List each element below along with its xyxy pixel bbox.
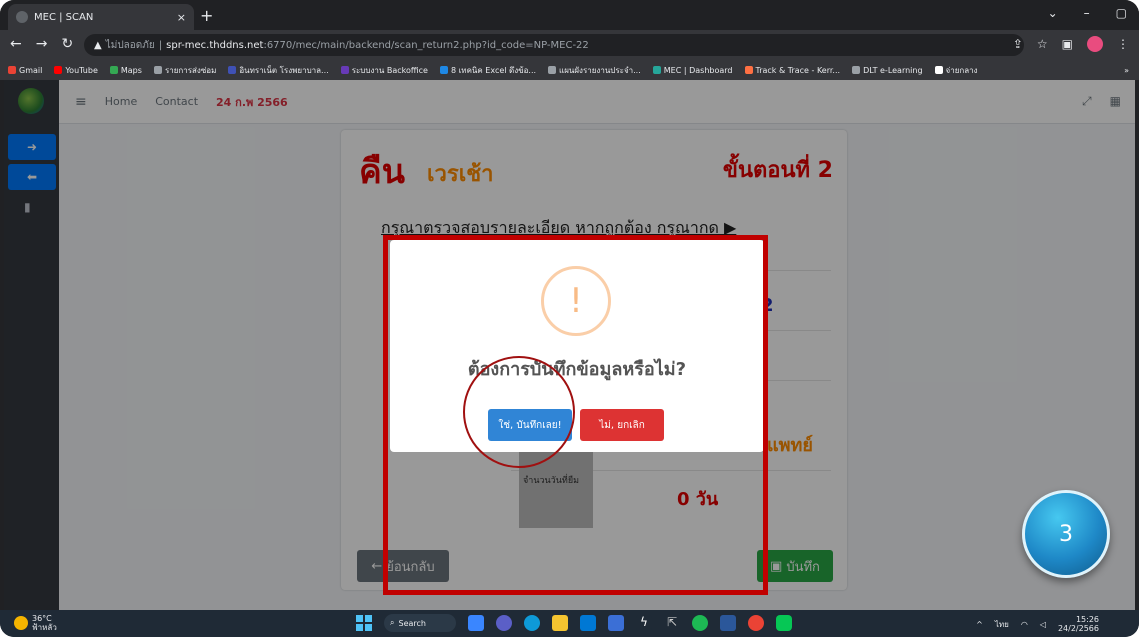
url-path: :6770/mec/main/backend/scan_return2.php?… — [263, 39, 589, 51]
taskbar-search[interactable]: ⌕ Search — [384, 614, 456, 632]
lang-indicator[interactable]: ไทย — [995, 618, 1009, 631]
url-host: spr-mec.thddns.net — [166, 39, 264, 51]
word-icon[interactable] — [720, 615, 736, 631]
tab-title: MEC | SCAN — [34, 11, 94, 23]
back-arrow-icon[interactable]: ← — [10, 36, 22, 52]
bookmark-item[interactable]: 8 เทคนิค Excel ดึงข้อ... — [439, 64, 536, 77]
address-row: ← → ↻ ▲ ไม่ปลอดภัย | spr-mec.thddns.net … — [0, 30, 1139, 60]
taskview-icon[interactable] — [468, 615, 484, 631]
forward-arrow-icon[interactable]: → — [36, 36, 48, 52]
temperature: 36°C — [32, 614, 52, 623]
address-bar[interactable]: ▲ ไม่ปลอดภัย | spr-mec.thddns.net :6770/… — [84, 34, 1024, 56]
windows-start-icon[interactable] — [356, 615, 372, 631]
bookmark-favicon-icon — [652, 66, 661, 74]
share-icon[interactable]: ⇪ — [1013, 37, 1023, 51]
pointer-app-icon[interactable]: ⇱ — [664, 615, 680, 631]
volume-icon[interactable]: ◁ — [1040, 620, 1046, 629]
chrome-icon[interactable] — [748, 615, 764, 631]
bookmark-item[interactable]: Maps — [109, 66, 142, 75]
highlight-circle — [463, 356, 575, 468]
bookmark-favicon-icon — [8, 66, 16, 74]
bookmark-item[interactable]: แผนผังรายงานประจำ... — [548, 64, 641, 77]
maximize-icon[interactable]: ▢ — [1116, 6, 1127, 20]
warning-triangle-icon: ▲ — [94, 39, 102, 51]
tab-close-icon[interactable]: × — [177, 11, 186, 24]
side-panel-icon[interactable]: ▣ — [1062, 37, 1073, 51]
bookmark-item[interactable]: Gmail — [8, 66, 42, 75]
bookmarks-bar: Gmail YouTube Maps รายการส่งซ่อม อินทราเน็ต … — [0, 60, 1139, 80]
search-icon: ⌕ — [390, 618, 395, 627]
security-label: ไม่ปลอดภัย — [105, 39, 155, 51]
bookmarks-more-icon[interactable]: » — [1124, 66, 1129, 75]
bookmark-item[interactable]: Track & Trace - Kerr... — [744, 66, 840, 75]
bookmark-item[interactable]: MEC | Dashboard — [652, 66, 733, 75]
bookmark-item[interactable]: ระบบงาน Backoffice — [340, 64, 428, 77]
profile-avatar-icon[interactable] — [1087, 36, 1103, 52]
menu-dots-icon[interactable]: ⋮ — [1117, 37, 1129, 51]
bookmark-item[interactable]: DLT e-Learning — [852, 66, 923, 75]
browser-tab-bar: MEC | SCAN × + ⌄ – ▢ — [0, 0, 1139, 30]
tab-search-icon[interactable]: ⌄ — [1048, 6, 1058, 20]
bolt-app-icon[interactable]: ϟ — [636, 615, 652, 631]
bookmark-item[interactable]: อินทราเน็ต โรงพยาบาล... — [228, 64, 329, 77]
bookmark-favicon-icon — [852, 66, 861, 74]
bookmark-favicon-icon — [744, 66, 753, 74]
highlight-rectangle — [383, 235, 768, 595]
mail-icon[interactable] — [580, 615, 596, 631]
favicon-icon — [16, 11, 28, 23]
bookmark-favicon-icon — [153, 66, 162, 74]
app-icon[interactable] — [608, 615, 624, 631]
step-number-badge: 3 — [1022, 490, 1110, 578]
weather-text: ฟ้าหลัว — [32, 623, 57, 632]
taskbar: 36°C ฟ้าหลัว ⌕ Search ϟ ⇱ ^ ไทย ◠ ◁ 15:2… — [0, 610, 1139, 637]
bookmark-favicon-icon — [109, 66, 118, 74]
edge-icon[interactable] — [524, 615, 540, 631]
bookmark-item[interactable]: รายการส่งซ่อม — [153, 64, 216, 77]
reload-icon[interactable]: ↻ — [61, 36, 73, 52]
bookmark-item[interactable]: จ่ายกลาง — [934, 64, 978, 77]
browser-tab[interactable]: MEC | SCAN × — [8, 4, 194, 30]
bookmark-favicon-icon — [340, 66, 349, 74]
star-icon[interactable]: ☆ — [1037, 37, 1048, 51]
line-icon[interactable] — [776, 615, 792, 631]
tray-chevron-icon[interactable]: ^ — [976, 620, 983, 629]
screen: MEC | SCAN × + ⌄ – ▢ ← → ↻ ▲ ไม่ปลอดภัย … — [0, 0, 1139, 637]
bookmark-favicon-icon — [439, 66, 448, 74]
sun-icon — [14, 616, 28, 630]
teams-icon[interactable] — [496, 615, 512, 631]
page-viewport: ➜ ⬅ ▮ ≡ Home Contact 24 ก.พ 2566 ⤢ ▦ คืน… — [4, 80, 1135, 610]
bookmark-favicon-icon — [934, 66, 943, 74]
new-tab-button[interactable]: + — [200, 6, 213, 25]
bookmark-favicon-icon — [548, 66, 557, 74]
system-clock[interactable]: 15:26 24/2/2566 — [1058, 615, 1099, 633]
weather-widget[interactable]: 36°C ฟ้าหลัว — [14, 614, 57, 632]
file-explorer-icon[interactable] — [552, 615, 568, 631]
bookmark-item[interactable]: YouTube — [54, 66, 98, 75]
bookmark-favicon-icon — [54, 66, 63, 74]
spotify-icon[interactable] — [692, 615, 708, 631]
wifi-icon[interactable]: ◠ — [1021, 620, 1028, 629]
minimize-icon[interactable]: – — [1084, 6, 1090, 20]
bookmark-favicon-icon — [228, 66, 237, 74]
